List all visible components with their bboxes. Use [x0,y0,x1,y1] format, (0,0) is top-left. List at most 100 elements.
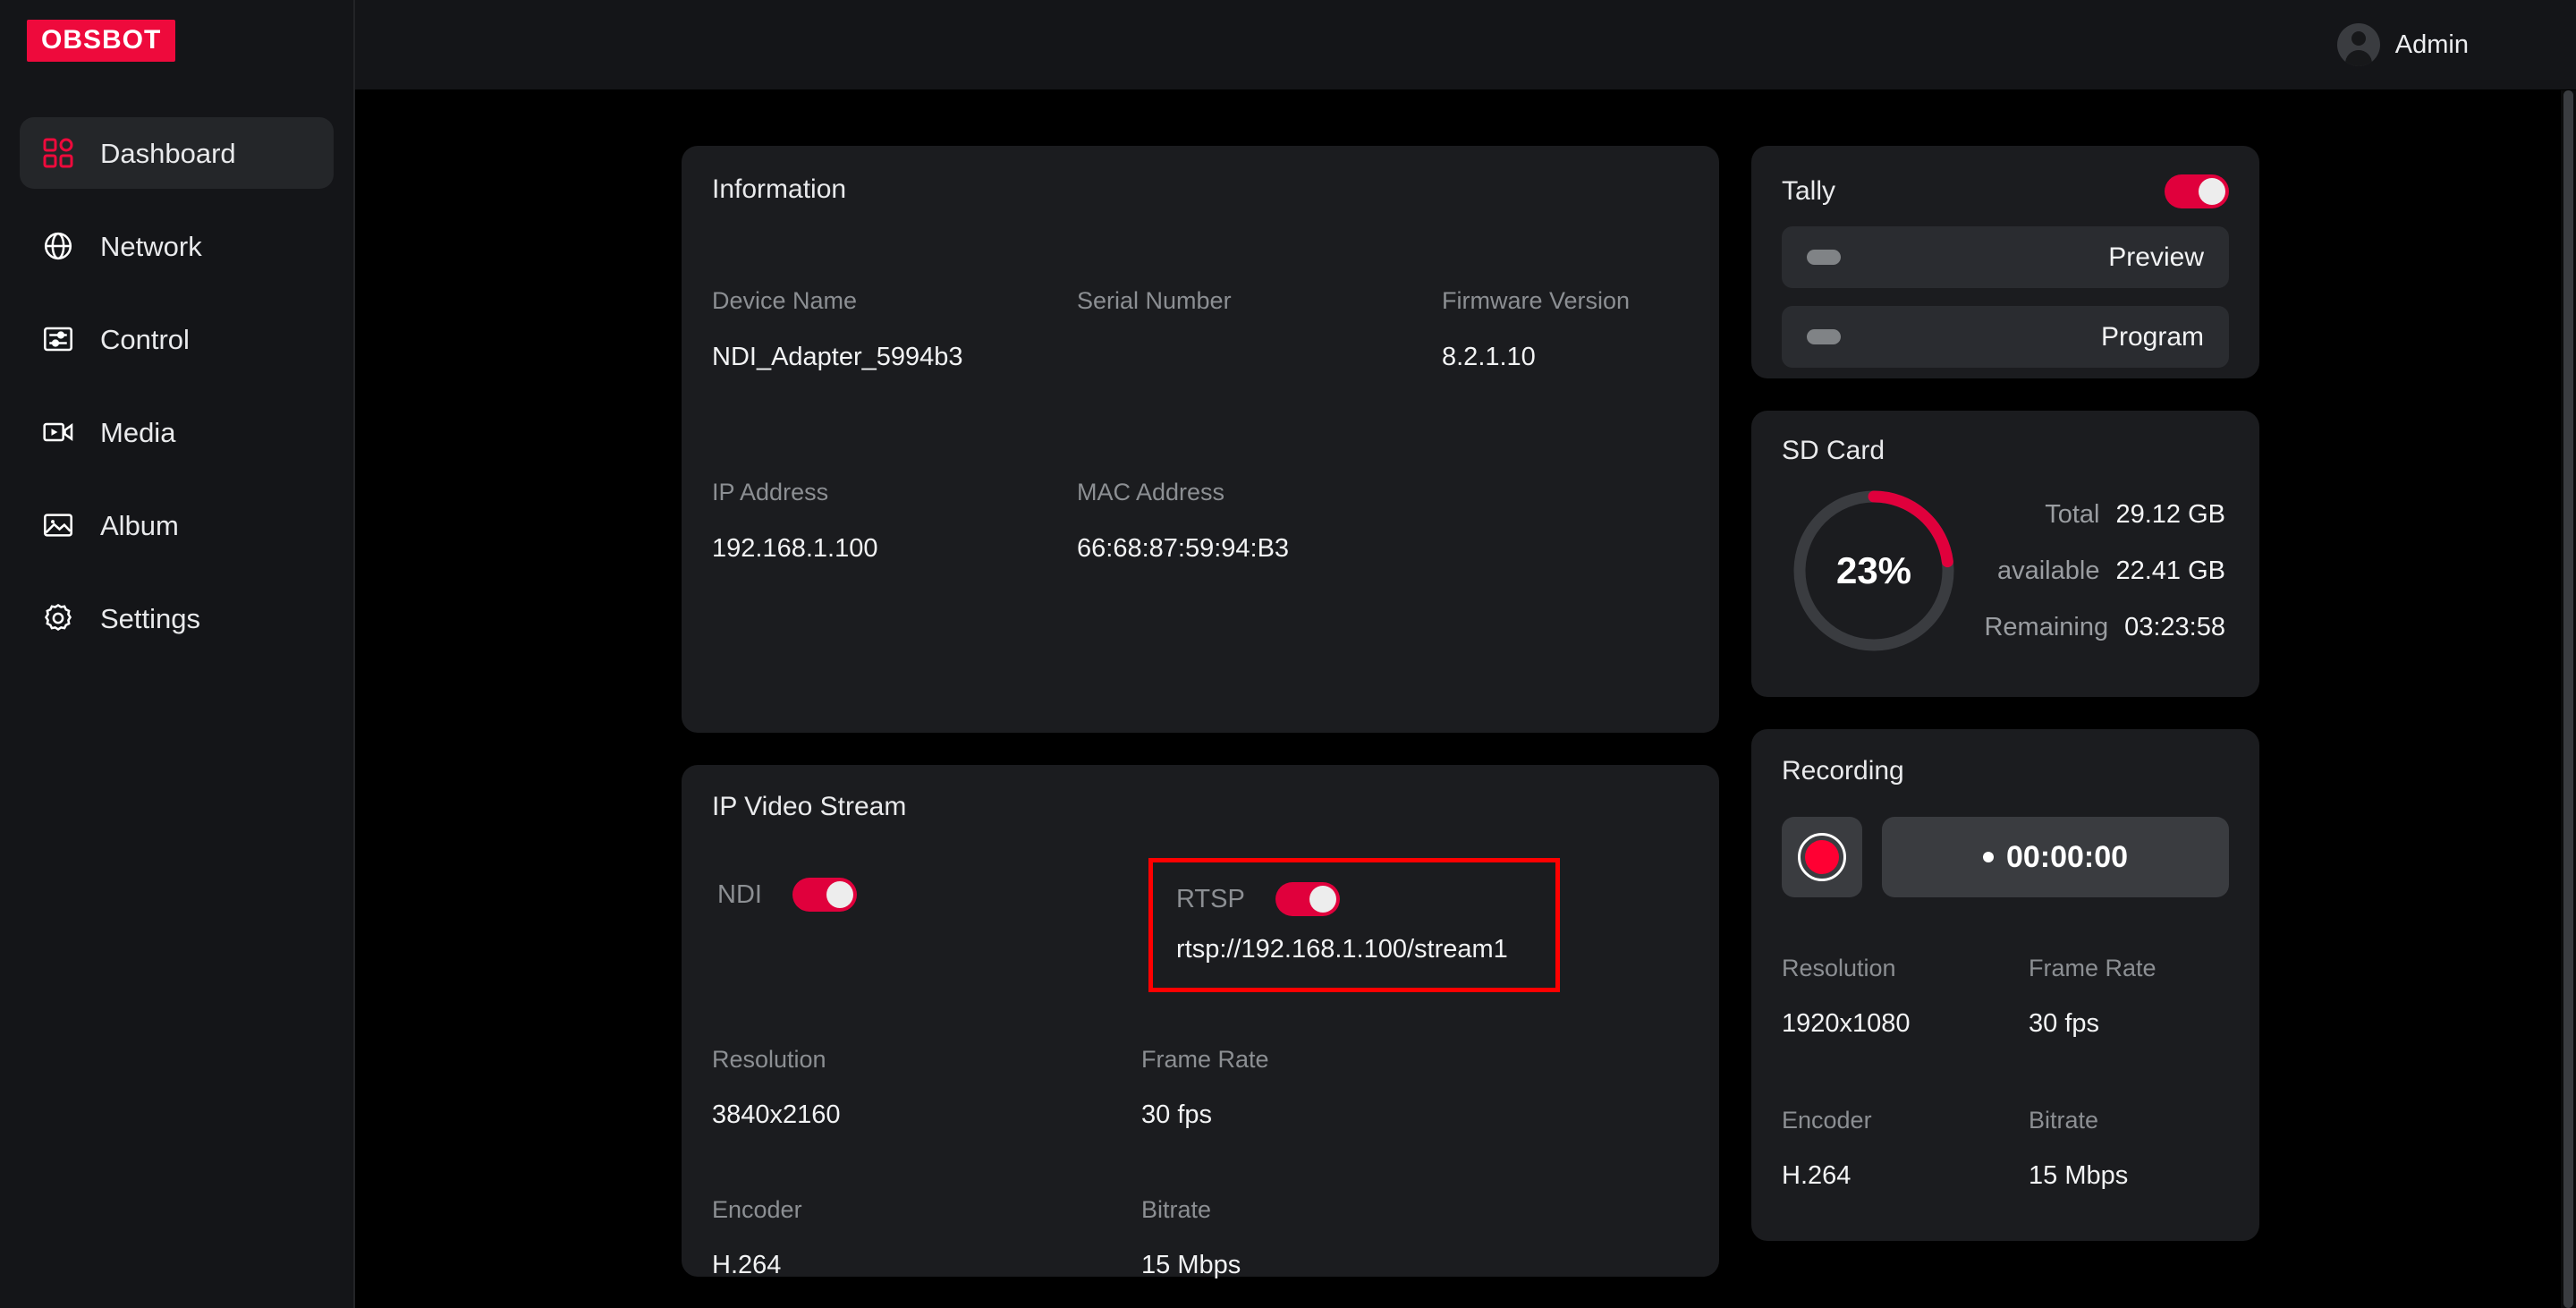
ip-video-stream-card: IP Video Stream NDI RTSP rtsp://192.168.… [682,765,1719,1279]
tally-row-label: Program [2100,321,2204,352]
stream-frame-rate-value: 30 fps [1141,1100,1212,1129]
sidebar-nav: Dashboard Network Control Media Album Se… [0,117,353,654]
rtsp-url-value[interactable]: rtsp://192.168.1.100/stream1 [1176,935,1529,964]
rtsp-toggle-group: RTSP [1176,882,1529,916]
sidebar-item-settings[interactable]: Settings [20,582,334,654]
tally-row-preview[interactable]: Preview [1782,226,2229,288]
sd-card-stats: Total 29.12 GB available 22.41 GB Remain… [1961,500,2229,642]
sidebar: OBSBOT Dashboard Network Control Media A… [0,0,355,1308]
user-name-label: Admin [2394,30,2469,59]
recording-status-dot-icon [1982,852,1994,862]
program-indicator-icon [1807,329,1841,344]
mac-address-field: MAC Address 66:68:87:59:94:B3 [1077,480,1442,563]
left-column: Information Device Name NDI_Adapter_5994… [682,146,1719,1279]
sidebar-item-album[interactable]: Album [20,489,334,561]
video-camera-icon [39,413,77,451]
preview-indicator-icon [1807,250,1841,265]
firmware-version-value: 8.2.1.10 [1442,343,1536,371]
vertical-scrollbar[interactable] [2561,90,2576,1308]
stream-resolution-value: 3840x2160 [712,1100,841,1129]
stream-frame-rate-field: Frame Rate 30 fps [1141,1047,1689,1129]
tally-row-label: Preview [2108,242,2204,272]
stream-bitrate-field: Bitrate 15 Mbps [1141,1195,1689,1279]
mac-address-value: 66:68:87:59:94:B3 [1077,534,1290,563]
image-icon [39,506,77,544]
recording-resolution-label: Resolution [1782,955,1896,981]
app-root: OBSBOT Dashboard Network Control Media A… [0,0,2576,1308]
stream-resolution-field: Resolution 3840x2160 [712,1045,1141,1129]
device-name-field: Device Name NDI_Adapter_5994b3 [712,289,1077,371]
information-empty-cell [1442,480,1689,563]
ip-address-label: IP Address [712,479,829,505]
recording-frame-rate-label: Frame Rate [2029,955,2157,981]
serial-number-label: Serial Number [1077,287,1232,314]
sidebar-item-label: Settings [100,602,201,634]
information-card-title: Information [712,174,847,204]
ndi-toggle-knob [826,881,853,908]
topbar: Admin [355,0,2576,90]
rtsp-highlight-box: RTSP rtsp://192.168.1.100/stream1 [1148,858,1560,992]
scrollbar-thumb[interactable] [2563,90,2573,1308]
sd-remaining-row: Remaining 03:23:58 [1973,613,2225,642]
rtsp-toggle-knob [1309,886,1336,913]
stream-bitrate-label: Bitrate [1141,1195,1212,1223]
sidebar-item-label: Album [100,509,179,541]
sidebar-item-label: Media [100,416,176,448]
sd-available-label: available [1996,556,2100,585]
sd-available-row: available 22.41 GB [1973,556,2225,586]
sd-total-value: 29.12 GB [2115,499,2225,529]
recording-timer: 00:00:00 [1882,817,2229,897]
sidebar-item-control[interactable]: Control [20,303,334,375]
information-grid-row-2: IP Address 192.168.1.100 MAC Address 66:… [712,480,1689,563]
logo-container: OBSBOT [0,0,353,62]
ip-address-value: 192.168.1.100 [712,534,878,563]
recording-encoder-label: Encoder [1782,1107,1872,1134]
information-card: Information Device Name NDI_Adapter_5994… [682,146,1719,733]
ip-video-stream-card-title: IP Video Stream [712,792,907,821]
sidebar-item-network[interactable]: Network [20,210,334,282]
recording-specs-row-1: Resolution 1920x1080 Frame Rate 30 fps [1782,956,2229,1037]
ndi-toggle[interactable] [792,878,857,912]
grid-icon [39,134,77,172]
firmware-version-label: Firmware Version [1442,287,1631,314]
recording-frame-rate-field: Frame Rate 30 fps [2029,956,2229,1037]
tally-card: Tally Preview Program [1751,146,2259,378]
recording-bitrate-label: Bitrate [2029,1107,2099,1134]
stream-specs-row-2: Encoder H.264 Bitrate 15 Mbps [712,1195,1689,1279]
stream-bitrate-value: 15 Mbps [1141,1250,1241,1279]
sliders-icon [39,320,77,358]
stream-encoder-field: Encoder H.264 [712,1195,1141,1278]
serial-number-field: Serial Number [1077,289,1442,371]
sd-usage-donut-chart: 23% [1787,484,1961,658]
tally-toggle[interactable] [2165,174,2229,208]
record-dot [1805,840,1839,874]
sd-remaining-label: Remaining [1984,612,2109,641]
rtsp-toggle[interactable] [1275,882,1340,916]
sd-total-label: Total [2045,499,2100,529]
tally-card-title: Tally [1782,176,1836,206]
user-menu[interactable]: Admin [2336,23,2469,66]
tally-row-program[interactable]: Program [1782,306,2229,368]
dashboard-content: Information Device Name NDI_Adapter_5994… [355,90,2576,1308]
sidebar-item-label: Control [100,323,190,355]
user-avatar-icon [2336,23,2380,66]
sidebar-item-media[interactable]: Media [20,396,334,468]
ndi-label: NDI [717,879,762,909]
serial-number-value [1077,344,1442,371]
rtsp-label: RTSP [1176,884,1245,913]
stream-encoder-label: Encoder [712,1195,802,1223]
stream-resolution-label: Resolution [712,1045,826,1073]
device-name-label: Device Name [712,287,858,314]
stream-toggle-row: NDI RTSP rtsp://192.168.1.100/stream1 [712,858,1689,992]
stream-specs-row-1: Resolution 3840x2160 Frame Rate 30 fps [712,1045,1689,1129]
tally-toggle-knob [2199,178,2225,205]
sidebar-item-label: Network [100,230,202,262]
sd-card-title: SD Card [1782,436,1885,465]
record-button[interactable] [1782,817,1862,897]
gear-icon [39,599,77,637]
sd-card-body: 23% Total 29.12 GB available 22.41 GB Re… [1782,484,2229,658]
sd-total-row: Total 29.12 GB [1973,500,2225,530]
sidebar-item-dashboard[interactable]: Dashboard [20,117,334,189]
recording-encoder-field: Encoder H.264 [1782,1108,2029,1189]
record-circle-icon [1798,833,1846,881]
